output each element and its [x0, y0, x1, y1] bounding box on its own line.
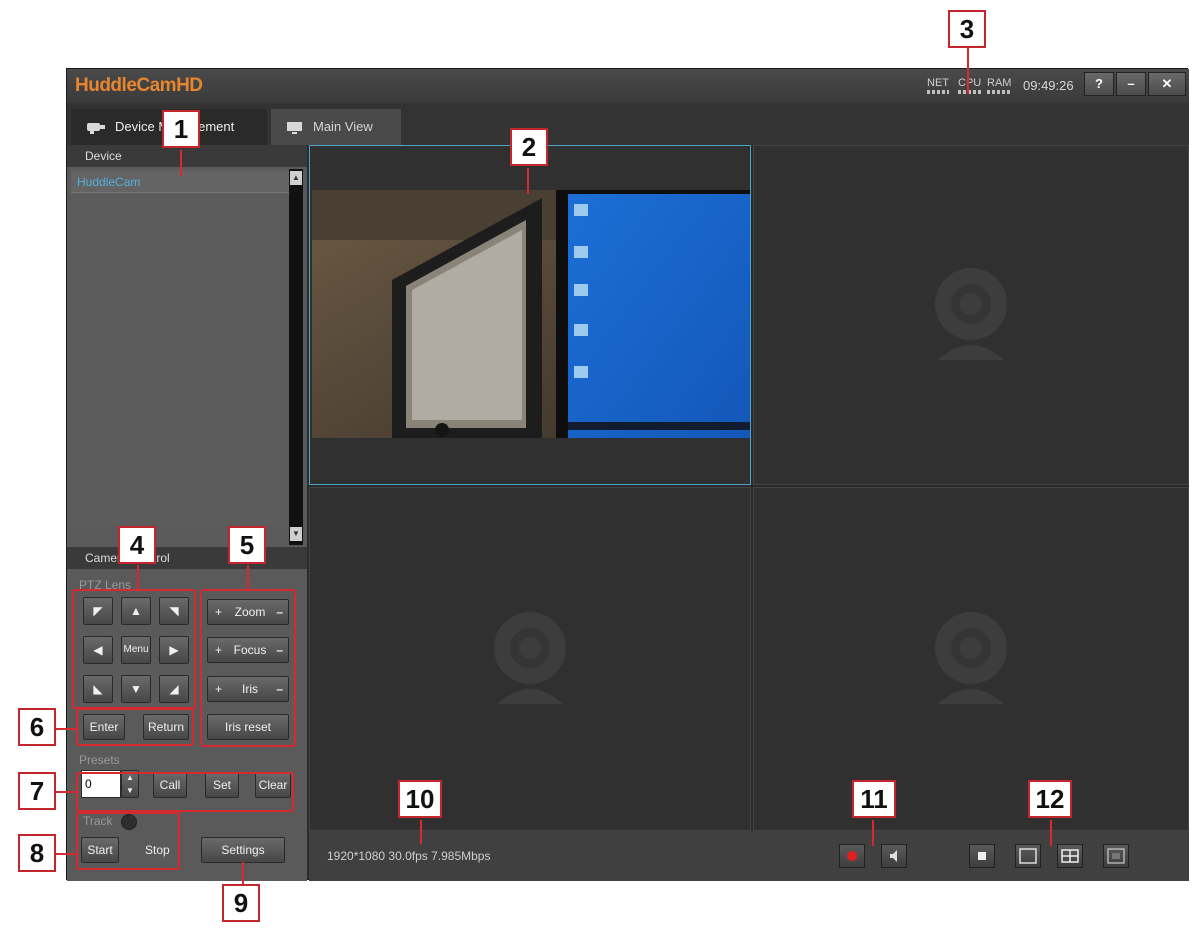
callout-8: 8 — [18, 834, 56, 872]
lens-highlight-box — [200, 589, 296, 747]
cpu-label: CPU — [958, 77, 982, 89]
callout-5: 5 — [228, 526, 266, 564]
leader-line — [247, 565, 249, 591]
presets-label: Presets — [79, 753, 120, 767]
scroll-up-icon[interactable]: ▲ — [290, 171, 302, 185]
layout-single-button[interactable] — [969, 844, 995, 868]
video-cell-3[interactable] — [309, 487, 751, 831]
callout-7: 7 — [18, 772, 56, 810]
quad-view-icon — [1061, 849, 1079, 863]
device-list-scrollbar[interactable]: ▲ ▼ — [289, 169, 303, 545]
callout-4: 4 — [118, 526, 156, 564]
net-meter: NET — [927, 77, 949, 94]
net-label: NET — [927, 77, 949, 89]
scroll-down-icon[interactable]: ▼ — [290, 527, 302, 541]
clock: 09:49:26 — [1023, 78, 1074, 93]
leader-line — [56, 853, 78, 855]
title-bar: HuddleCamHD NET CPU RAM 09:49:26 ? – ✕ — [67, 69, 1189, 103]
ram-meter: RAM — [987, 77, 1012, 94]
minimize-button[interactable]: – — [1116, 72, 1146, 96]
leader-line — [420, 820, 422, 844]
webcam-placeholder-icon — [935, 268, 1007, 360]
layout-large-button[interactable] — [1015, 844, 1041, 868]
layout-quad-button[interactable] — [1057, 844, 1083, 868]
callout-11: 11 — [852, 780, 896, 818]
device-header: Device — [67, 145, 307, 167]
video-cell-1[interactable] — [309, 145, 751, 485]
track-highlight-box — [76, 812, 180, 870]
leader-line — [527, 168, 529, 194]
callout-1: 1 — [162, 110, 200, 148]
leader-line — [56, 728, 78, 730]
audio-button[interactable] — [881, 844, 907, 868]
app-window: HuddleCamHD NET CPU RAM 09:49:26 ? – ✕ D… — [66, 68, 1189, 881]
settings-button[interactable]: Settings — [201, 837, 285, 863]
speaker-icon — [890, 850, 897, 862]
leader-line — [56, 791, 78, 793]
record-icon — [847, 851, 857, 861]
leader-line — [242, 862, 244, 884]
leader-line — [180, 150, 182, 176]
camera-control-header: Camera Control — [67, 547, 307, 569]
video-cell-2[interactable] — [753, 145, 1189, 485]
leader-line — [137, 565, 139, 591]
record-button[interactable] — [839, 844, 865, 868]
ptz-highlight-box — [72, 589, 196, 709]
fullscreen-button[interactable] — [1103, 844, 1129, 868]
tab-bar: Device Management Main View — [67, 103, 1189, 145]
callout-6: 6 — [18, 708, 56, 746]
callout-10: 10 — [398, 780, 442, 818]
close-button[interactable]: ✕ — [1148, 72, 1186, 96]
leader-line — [967, 48, 969, 94]
status-bar: 1920*1080 30.0fps 7.985Mbps — [309, 831, 1189, 881]
webcam-placeholder-icon — [494, 612, 566, 704]
callout-3: 3 — [948, 10, 986, 48]
camera-icon — [87, 122, 105, 134]
cpu-meter: CPU — [958, 77, 982, 94]
monitor-icon — [287, 121, 302, 134]
large-view-icon — [1019, 848, 1037, 864]
tab-main-view-label: Main View — [313, 119, 373, 134]
stream-info: 1920*1080 30.0fps 7.985Mbps — [327, 849, 491, 863]
callout-9: 9 — [222, 884, 260, 922]
leader-line — [1050, 820, 1052, 846]
left-panel: Device HuddleCam ▲ ▼ Camera Control PTZ … — [67, 145, 307, 881]
fullscreen-icon — [1107, 848, 1125, 864]
app-title: HuddleCamHD — [75, 75, 203, 96]
tab-main-view[interactable]: Main View — [271, 109, 401, 145]
help-button[interactable]: ? — [1084, 72, 1114, 96]
ram-label: RAM — [987, 77, 1012, 89]
callout-2: 2 — [510, 128, 548, 166]
enter-return-highlight-box — [76, 708, 194, 746]
webcam-placeholder-icon — [935, 612, 1007, 704]
single-view-icon — [978, 852, 986, 860]
presets-highlight-box — [76, 772, 294, 812]
video-cell-4[interactable] — [753, 487, 1189, 831]
camera-feed-image — [312, 190, 750, 438]
live-video-feed — [312, 190, 750, 438]
device-list[interactable]: HuddleCam — [71, 169, 289, 527]
callout-12: 12 — [1028, 780, 1072, 818]
main-view — [309, 145, 1189, 831]
leader-line — [872, 820, 874, 846]
